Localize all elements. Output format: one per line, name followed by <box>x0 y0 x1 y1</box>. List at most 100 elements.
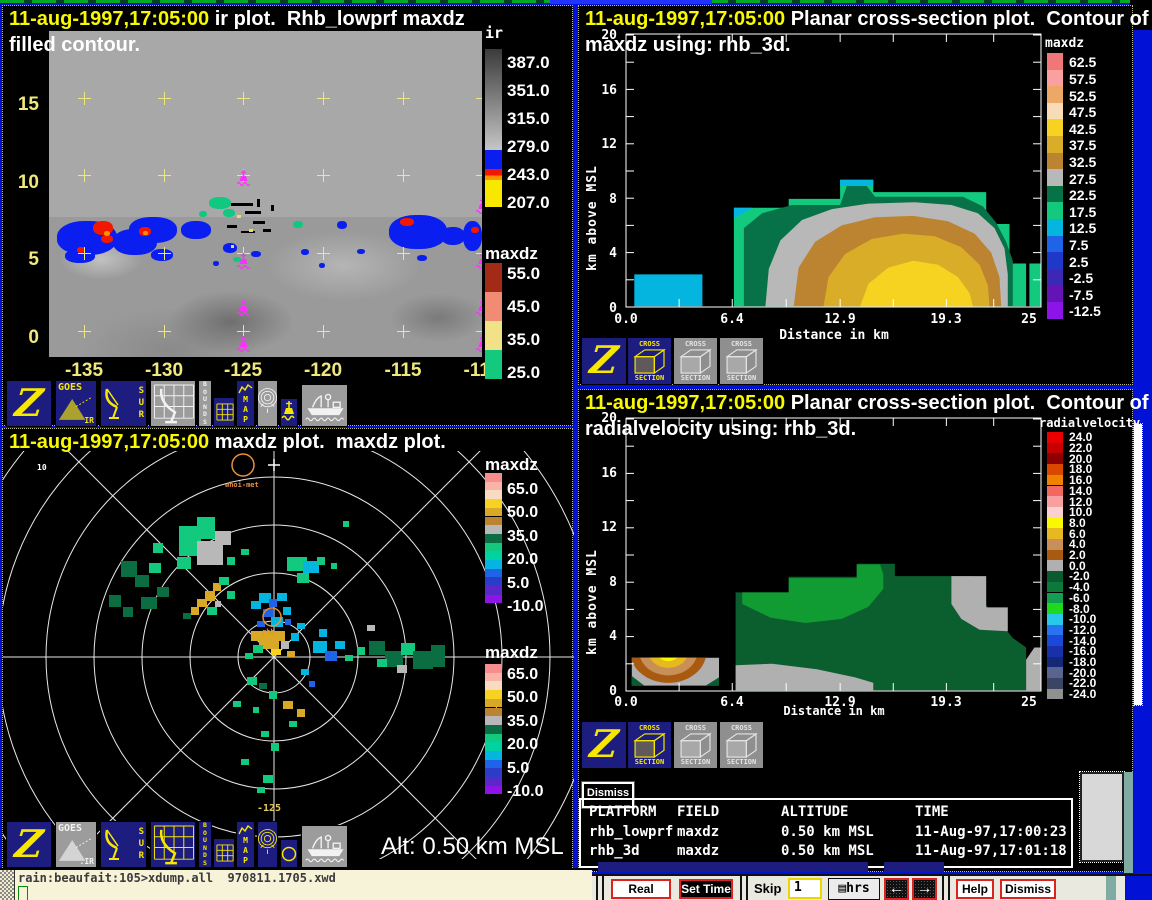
colorbar-swatch <box>1047 528 1063 539</box>
velocity-bullseye-ring <box>648 635 688 668</box>
sat-toolbar-button-griddish[interactable] <box>150 380 196 427</box>
ppi-colorbar-swatch <box>485 560 502 569</box>
satellite-image[interactable] <box>49 31 482 357</box>
sat-toolbar-button-ship[interactable] <box>301 384 348 427</box>
xsec1-toolbar-button-z[interactable]: Z <box>581 337 627 385</box>
colorbar-swatch <box>1047 667 1063 678</box>
colorbar-tick: 52.5 <box>1069 88 1096 104</box>
status-scrollbar[interactable] <box>1080 772 1124 862</box>
status-cell: 0.50 km MSL <box>781 843 874 859</box>
sat-toolbar-button-goes[interactable]: GOES IR <box>55 380 97 427</box>
window-scrollbar[interactable] <box>1134 424 1142 705</box>
maxdz-colorbar-tick: 25.0 <box>507 363 540 383</box>
ppi-colorbar-tick: 20.0 <box>507 551 538 569</box>
taskbar-dismiss-button[interactable]: Dismiss <box>1000 879 1056 899</box>
step-back-button[interactable]: ← <box>884 878 909 900</box>
xsec2-toolbar-button-cross[interactable]: CROSS SECTION <box>627 721 672 769</box>
radar-echo <box>157 587 169 597</box>
radar-echo <box>317 557 325 565</box>
velocity-bullseye-ring <box>657 642 680 661</box>
ir-colorbar-tick: 315.0 <box>507 109 550 129</box>
help-button[interactable]: Help <box>956 879 994 899</box>
radar-echo <box>259 683 267 689</box>
sat-toolbar-button-sur[interactable]: SUR <box>100 380 147 427</box>
xsec2-toolbar-button-cross[interactable]: CROSS SECTION <box>673 721 718 769</box>
step-forward-button[interactable]: → <box>912 878 937 900</box>
status-cell: 11-Aug-97,17:00:23 <box>915 824 1067 840</box>
xsec-maxdz-plot[interactable] <box>619 28 1049 320</box>
title-timestamp: 11-aug-1997,17:05:00 <box>9 8 209 30</box>
top-edge-accent <box>550 0 712 4</box>
sat-toolbar-button-bounds[interactable]: BOUNDS <box>198 380 212 427</box>
radar-echo <box>141 597 157 609</box>
arrow-left-icon: ← <box>889 880 905 897</box>
latlon-grid-mark <box>158 92 171 105</box>
sat-toolbar-button-map[interactable]: MAP <box>236 380 255 427</box>
hrs-button[interactable]: ▤hrs <box>828 878 880 900</box>
units-menu-icon: ▤ <box>838 881 846 896</box>
ppi-toolbar-button-rings[interactable] <box>257 821 278 868</box>
xsec-velocity-plot[interactable] <box>619 412 1049 704</box>
ppi-colorbar-tick: -10.0 <box>507 598 543 616</box>
title-timestamp: 11-aug-1997,17:05:00 <box>585 8 785 30</box>
ppi-toolbar-button-goes[interactable]: GOES .IR <box>55 821 97 868</box>
xsec1-toolbar-button-cross[interactable]: CROSS SECTION <box>673 337 718 385</box>
ppi-toolbar-button-z[interactable]: Z <box>6 821 52 868</box>
ppi-toolbar-button-minigrid[interactable] <box>213 838 235 868</box>
ppi-toolbar-button-ship[interactable] <box>301 825 348 868</box>
radar-echo <box>271 649 281 655</box>
ppi-colorbar-swatch <box>485 708 502 717</box>
x-axis-tick: -125 <box>213 360 273 382</box>
xsec1-toolbar-button-cross[interactable]: CROSS SECTION <box>627 337 672 385</box>
satellite-echo-blob <box>129 217 177 243</box>
ppi-toolbar-button-bounds[interactable]: BOUNDS <box>198 821 212 868</box>
sat-toolbar-button-z[interactable]: Z <box>6 380 52 427</box>
ppi-colorbar-swatch <box>485 664 502 673</box>
real-time-button[interactable]: Real Time <box>611 879 671 899</box>
ppi-colorbar2-label: maxdz <box>485 643 538 663</box>
colorbar-swatch <box>1047 302 1063 319</box>
terminal-window[interactable]: rain:beaufait:105>xdump.all 970811.1705.… <box>0 868 592 900</box>
ppi-toolbar-button-map[interactable]: MAP <box>236 821 255 868</box>
ppi-toolbar-button-circle[interactable] <box>280 839 298 868</box>
panel-xsec-radialvelocity: 11-aug-1997,17:05:00 Planar cross-sectio… <box>578 389 1133 872</box>
status-header-cell: PLATFORM <box>589 804 656 820</box>
xsec2-toolbar-button-z[interactable]: Z <box>581 721 627 769</box>
maxdz-colorbar-swatch <box>485 292 502 321</box>
satellite-echo-blob <box>293 221 303 228</box>
y-axis-tick: 20 <box>591 28 617 43</box>
buoy-marker-icon <box>476 198 482 215</box>
taskbar-teal-grip <box>1106 876 1116 900</box>
ppi-toolbar-button-griddish[interactable] <box>150 821 196 868</box>
x-axis-tick: 0.0 <box>601 695 651 710</box>
panel-title: 11-aug-1997,17:05:00 ir plot. Rhb_lowprf… <box>9 8 465 31</box>
colorbar-swatch <box>1047 119 1063 136</box>
xsec2-toolbar-button-cross[interactable]: CROSS SECTION <box>719 721 764 769</box>
radar-echo <box>319 629 327 637</box>
radar-echo <box>183 613 191 619</box>
radar-echo <box>149 563 161 573</box>
maxdz-colorbar-swatch <box>485 350 502 379</box>
latlon-grid-mark <box>476 92 482 105</box>
ir-colorbar-tick: 387.0 <box>507 53 550 73</box>
sat-toolbar-button-minigrid[interactable] <box>213 397 235 427</box>
skip-input[interactable]: 1 <box>788 878 822 899</box>
ppi-colorbar-swatch <box>485 482 502 491</box>
latlon-grid-mark <box>317 247 330 260</box>
ppi-colorbar-swatch <box>485 473 502 482</box>
radar-echo <box>297 623 305 629</box>
terminal-resize-handle[interactable] <box>0 870 15 900</box>
colorbar-tick: 17.5 <box>1069 204 1096 220</box>
panel-ppi-maxdz: 11-aug-1997,17:05:00 maxdz plot. maxdz p… <box>2 428 573 874</box>
maxdz-colorbar-label: maxdz <box>485 244 538 264</box>
ppi-corner-note: 10 <box>37 463 47 472</box>
sat-toolbar-button-rings[interactable] <box>257 380 278 427</box>
satellite-echo-blob <box>223 243 237 253</box>
ppi-colorbar-tick: 65.0 <box>507 666 538 684</box>
radar-echo <box>261 731 269 737</box>
set-time-button[interactable]: Set Time <box>679 879 733 899</box>
radar-echo <box>309 681 315 687</box>
xsec1-toolbar-button-cross[interactable]: CROSS SECTION <box>719 337 764 385</box>
ppi-toolbar-button-sur[interactable]: SUR <box>100 821 147 868</box>
sat-toolbar-button-buoy[interactable] <box>280 398 298 427</box>
